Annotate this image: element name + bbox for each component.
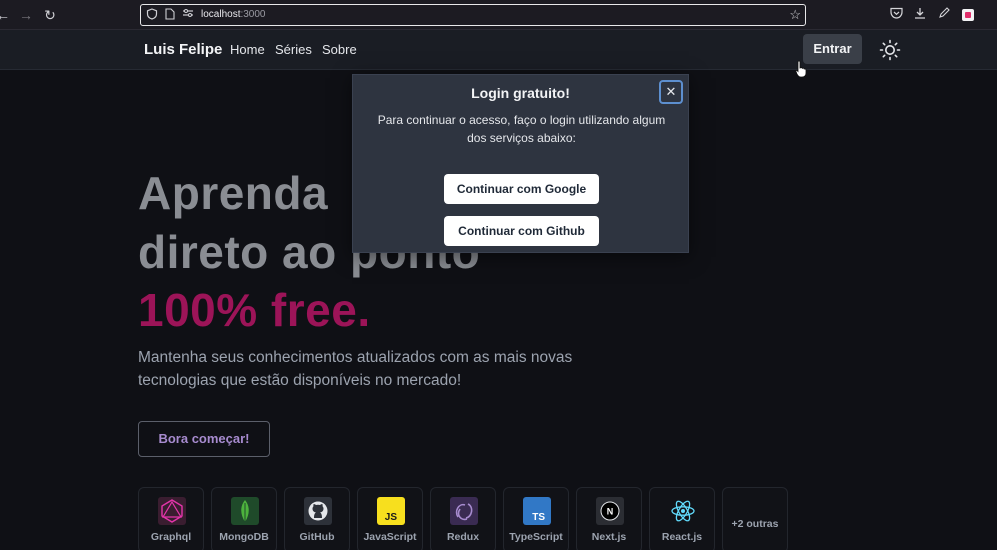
brand-logo[interactable]: Luis Felipe	[144, 41, 222, 58]
bookmark-star-icon[interactable]: ☆	[789, 7, 801, 23]
login-button[interactable]: Entrar	[803, 34, 862, 64]
google-login-button[interactable]: Continuar com Google	[444, 174, 599, 204]
login-modal: Login gratuito! ✕ Para continuar o acess…	[352, 74, 689, 253]
site-header: Luis Felipe Home Séries Sobre Entrar	[0, 30, 997, 70]
tech-name: Redux	[446, 531, 480, 543]
page-icon	[163, 8, 177, 22]
forward-icon[interactable]: →	[17, 6, 35, 24]
tech-card-redux[interactable]: Redux	[430, 487, 496, 550]
permissions-icon[interactable]	[181, 8, 195, 22]
javascript-icon: JS	[377, 497, 405, 525]
nav-sobre[interactable]: Sobre	[322, 42, 357, 57]
mongodb-icon	[231, 497, 259, 525]
nav-series[interactable]: Séries	[275, 42, 312, 57]
tech-name: Next.js	[591, 531, 627, 543]
back-icon[interactable]: ←	[0, 6, 12, 24]
reload-icon[interactable]: ↻	[41, 6, 59, 24]
hero-subtitle: Mantenha seus conhecimentos atualizados …	[138, 349, 573, 389]
hand-cursor-icon	[795, 60, 807, 78]
nextjs-icon: N	[596, 497, 624, 525]
pen-icon[interactable]	[936, 7, 952, 23]
tech-name: MongoDB	[219, 531, 269, 543]
close-icon[interactable]: ✕	[659, 80, 683, 104]
address-bar[interactable]: localhost:3000 ☆	[140, 4, 806, 26]
redux-icon	[450, 497, 478, 525]
tech-card-typescript[interactable]: TS TypeScript	[503, 487, 569, 550]
tech-name: Graphql	[150, 531, 192, 543]
browser-toolbar: ← → ↻ localhost:3000 ☆	[0, 0, 997, 30]
hero-heading-highlight: 100% free.	[138, 284, 371, 336]
modal-title: Login gratuito!	[471, 85, 570, 101]
tech-name: GitHub	[299, 531, 335, 543]
github-icon	[304, 497, 332, 525]
tech-name: JavaScript	[363, 531, 417, 543]
nav-home[interactable]: Home	[230, 42, 265, 57]
typescript-icon: TS	[523, 497, 551, 525]
graphql-icon	[158, 497, 186, 525]
start-button[interactable]: Bora começar!	[138, 421, 270, 457]
more-techs-label: +2 outras	[731, 518, 779, 530]
sun-icon[interactable]	[879, 39, 901, 61]
svg-text:JS: JS	[385, 512, 398, 523]
tech-card-react[interactable]: React.js	[649, 487, 715, 550]
url-text[interactable]: localhost:3000	[201, 9, 266, 20]
tech-card-javascript[interactable]: JS JavaScript	[357, 487, 423, 550]
modal-description: Para continuar o acesso, faço o login ut…	[377, 113, 666, 145]
tech-card-graphql[interactable]: Graphql	[138, 487, 204, 550]
react-icon	[669, 497, 697, 525]
tech-name: TypeScript	[509, 531, 563, 543]
url-port: :3000	[240, 9, 266, 20]
tech-card-more[interactable]: +2 outras	[722, 487, 788, 550]
github-login-button[interactable]: Continuar com Github	[444, 216, 599, 246]
download-icon[interactable]	[912, 7, 928, 23]
pocket-icon[interactable]	[888, 7, 904, 23]
tech-card-mongodb[interactable]: MongoDB	[211, 487, 277, 550]
shield-icon[interactable]	[145, 8, 159, 22]
tech-card-nextjs[interactable]: N Next.js	[576, 487, 642, 550]
url-host: localhost	[201, 9, 241, 20]
tech-card-github[interactable]: GitHub	[284, 487, 350, 550]
svg-text:TS: TS	[532, 512, 545, 523]
svg-text:N: N	[607, 507, 614, 517]
extension-icon[interactable]	[960, 7, 976, 23]
tech-name: React.js	[661, 531, 703, 543]
hero-heading-line1: Aprenda	[138, 167, 329, 219]
